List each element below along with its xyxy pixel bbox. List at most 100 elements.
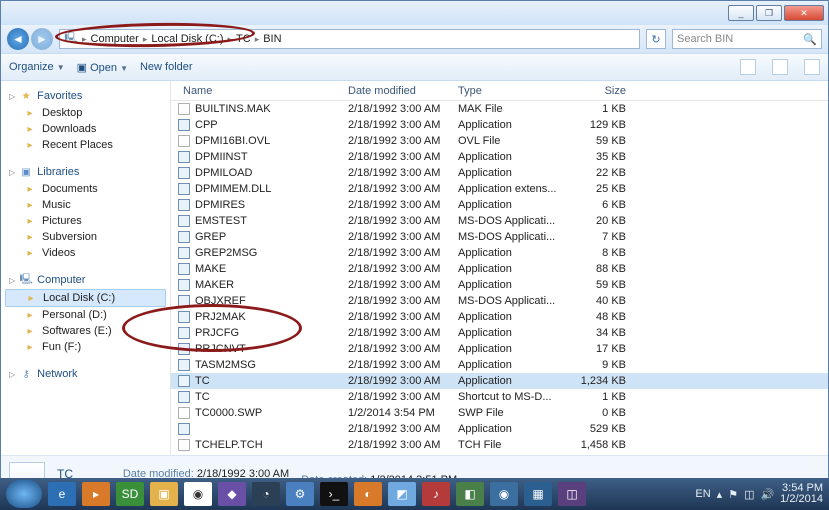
file-row[interactable]: GREP2MSG2/18/1992 3:00 AMApplication8 KB bbox=[171, 245, 828, 261]
taskbar-cmd-icon[interactable]: ›_ bbox=[320, 482, 348, 506]
forward-button[interactable]: ► bbox=[31, 28, 53, 50]
nav-item[interactable]: ▸Fun (F:) bbox=[5, 339, 166, 355]
tray-lang[interactable]: EN bbox=[695, 488, 710, 500]
tray-clock[interactable]: 3:54 PM 1/2/2014 bbox=[780, 483, 823, 505]
file-row[interactable]: TASM2MSG2/18/1992 3:00 AMApplication9 KB bbox=[171, 357, 828, 373]
favorites-header[interactable]: ▷★Favorites bbox=[5, 87, 166, 105]
col-date[interactable]: Date modified bbox=[342, 85, 452, 97]
newfolder-button[interactable]: New folder bbox=[140, 61, 193, 73]
back-button[interactable]: ◄ bbox=[7, 28, 29, 50]
app-icon bbox=[177, 278, 191, 292]
start-button[interactable] bbox=[6, 480, 42, 508]
file-row[interactable]: GREP2/18/1992 3:00 AMMS-DOS Applicati...… bbox=[171, 229, 828, 245]
taskbar-explorer-icon[interactable]: ▣ bbox=[150, 482, 178, 506]
taskbar-app9-icon[interactable]: ◫ bbox=[558, 482, 586, 506]
file-row[interactable]: TCHELP.TCH2/18/1992 3:00 AMTCH File1,458… bbox=[171, 437, 828, 453]
taskbar-app3-icon[interactable]: ⚙ bbox=[286, 482, 314, 506]
refresh-button[interactable]: ↻ bbox=[646, 29, 666, 49]
taskbar-sd-icon[interactable]: SD bbox=[116, 482, 144, 506]
view-options-button[interactable] bbox=[740, 59, 756, 75]
file-row[interactable]: OBJXREF2/18/1992 3:00 AMMS-DOS Applicati… bbox=[171, 293, 828, 309]
help-button[interactable] bbox=[804, 59, 820, 75]
titlebar: _ ❐ ✕ bbox=[1, 1, 828, 25]
taskbar-media-icon[interactable]: ▸ bbox=[82, 482, 110, 506]
app-icon bbox=[177, 198, 191, 212]
file-row[interactable]: PRJ2MAK2/18/1992 3:00 AMApplication48 KB bbox=[171, 309, 828, 325]
file-row[interactable]: BUILTINS.MAK2/18/1992 3:00 AMMAK File1 K… bbox=[171, 101, 828, 117]
folder-icon: ▸ bbox=[23, 122, 37, 136]
file-row[interactable]: DPMIINST2/18/1992 3:00 AMApplication35 K… bbox=[171, 149, 828, 165]
nav-item[interactable]: ▸Videos bbox=[5, 245, 166, 261]
folder-icon: ▸ bbox=[23, 230, 37, 244]
file-row[interactable]: DPMILOAD2/18/1992 3:00 AMApplication22 K… bbox=[171, 165, 828, 181]
file-row[interactable]: 2/18/1992 3:00 AMApplication529 KB bbox=[171, 421, 828, 437]
file-row[interactable]: PRJCFG2/18/1992 3:00 AMApplication34 KB bbox=[171, 325, 828, 341]
network-header[interactable]: ▷⚷Network bbox=[5, 365, 166, 383]
search-input[interactable]: Search BIN 🔍 bbox=[672, 29, 822, 49]
crumb-bin[interactable]: BIN bbox=[263, 33, 281, 45]
taskbar-app2-icon[interactable]: ◔ bbox=[252, 482, 280, 506]
file-row[interactable]: PRJCNVT2/18/1992 3:00 AMApplication17 KB bbox=[171, 341, 828, 357]
file-row[interactable]: DPMIRES2/18/1992 3:00 AMApplication6 KB bbox=[171, 197, 828, 213]
crumb-computer[interactable]: Computer bbox=[91, 33, 139, 45]
taskbar-app1-icon[interactable]: ◆ bbox=[218, 482, 246, 506]
minimize-button[interactable]: _ bbox=[728, 5, 754, 21]
file-row[interactable]: TC2/18/1992 3:00 AMShortcut to MS-D...1 … bbox=[171, 389, 828, 405]
tray-flag-icon[interactable]: ⚑ bbox=[728, 488, 738, 501]
taskbar-chrome-icon[interactable]: ◉ bbox=[184, 482, 212, 506]
open-button[interactable]: ▣ Open ▼ bbox=[77, 61, 128, 74]
folder-icon: ▸ bbox=[23, 340, 37, 354]
file-row[interactable]: TC2/18/1992 3:00 AMApplication1,234 KB bbox=[171, 373, 828, 389]
taskbar-app6-icon[interactable]: ◧ bbox=[456, 482, 484, 506]
star-icon: ★ bbox=[19, 89, 33, 103]
computer-header[interactable]: ▷🖳Computer bbox=[5, 271, 166, 289]
file-row[interactable]: TDUMP2/18/1992 3:00 AMApplication95 KB bbox=[171, 453, 828, 455]
app-icon bbox=[177, 150, 191, 164]
nav-item[interactable]: ▸Pictures bbox=[5, 213, 166, 229]
file-row[interactable]: MAKE2/18/1992 3:00 AMApplication88 KB bbox=[171, 261, 828, 277]
breadcrumb[interactable]: 🖳 ▸ Computer ▸ Local Disk (C:) ▸ TC ▸ BI… bbox=[59, 29, 640, 49]
folder-icon: ▸ bbox=[23, 138, 37, 152]
preview-pane-button[interactable] bbox=[772, 59, 788, 75]
app-icon bbox=[177, 166, 191, 180]
crumb-localdisk[interactable]: Local Disk (C:) bbox=[151, 33, 223, 45]
file-rows[interactable]: BUILTINS.MAK2/18/1992 3:00 AMMAK File1 K… bbox=[171, 101, 828, 455]
file-row[interactable]: CPP2/18/1992 3:00 AMApplication129 KB bbox=[171, 117, 828, 133]
file-row[interactable]: DPMI16BI.OVL2/18/1992 3:00 AMOVL File59 … bbox=[171, 133, 828, 149]
nav-item[interactable]: ▸Subversion bbox=[5, 229, 166, 245]
nav-item[interactable]: ▸Recent Places bbox=[5, 137, 166, 153]
file-row[interactable]: DPMIMEM.DLL2/18/1992 3:00 AMApplication … bbox=[171, 181, 828, 197]
tray-up-icon[interactable]: ▴ bbox=[717, 488, 723, 501]
tray-volume-icon[interactable]: 🔊 bbox=[760, 488, 774, 501]
col-size[interactable]: Size bbox=[572, 85, 632, 97]
explorer-window: _ ❐ ✕ ◄ ► 🖳 ▸ Computer ▸ Local Disk (C:)… bbox=[0, 0, 829, 478]
nav-item[interactable]: ▸Personal (D:) bbox=[5, 307, 166, 323]
taskbar-app5-icon[interactable]: ♪ bbox=[422, 482, 450, 506]
app-icon bbox=[177, 214, 191, 228]
file-row[interactable]: TC0000.SWP1/2/2014 3:54 PMSWP File0 KB bbox=[171, 405, 828, 421]
nav-item[interactable]: ▸Local Disk (C:) bbox=[5, 289, 166, 307]
system-tray[interactable]: EN ▴ ⚑ ◫ 🔊 3:54 PM 1/2/2014 bbox=[695, 483, 823, 505]
libraries-header[interactable]: ▷▣Libraries bbox=[5, 163, 166, 181]
close-button[interactable]: ✕ bbox=[784, 5, 824, 21]
taskbar-app8-icon[interactable]: ▦ bbox=[524, 482, 552, 506]
crumb-tc[interactable]: TC bbox=[236, 33, 251, 45]
col-name[interactable]: Name bbox=[177, 85, 342, 97]
taskbar-firefox-icon[interactable]: ◐ bbox=[354, 482, 382, 506]
nav-item[interactable]: ▸Softwares (E:) bbox=[5, 323, 166, 339]
nav-item[interactable]: ▸Music bbox=[5, 197, 166, 213]
taskbar-ie-icon[interactable]: e bbox=[48, 482, 76, 506]
tray-network-icon[interactable]: ◫ bbox=[744, 488, 754, 501]
taskbar-app4-icon[interactable]: ◩ bbox=[388, 482, 416, 506]
col-type[interactable]: Type bbox=[452, 85, 572, 97]
nav-item[interactable]: ▸Desktop bbox=[5, 105, 166, 121]
file-row[interactable]: EMSTEST2/18/1992 3:00 AMMS-DOS Applicati… bbox=[171, 213, 828, 229]
command-bar: Organize ▼ ▣ Open ▼ New folder bbox=[1, 53, 828, 81]
organize-button[interactable]: Organize ▼ bbox=[9, 61, 65, 73]
nav-item[interactable]: ▸Downloads bbox=[5, 121, 166, 137]
computer-icon: 🖳 bbox=[64, 32, 78, 46]
maximize-button[interactable]: ❐ bbox=[756, 5, 782, 21]
taskbar-app7-icon[interactable]: ◉ bbox=[490, 482, 518, 506]
nav-item[interactable]: ▸Documents bbox=[5, 181, 166, 197]
file-row[interactable]: MAKER2/18/1992 3:00 AMApplication59 KB bbox=[171, 277, 828, 293]
